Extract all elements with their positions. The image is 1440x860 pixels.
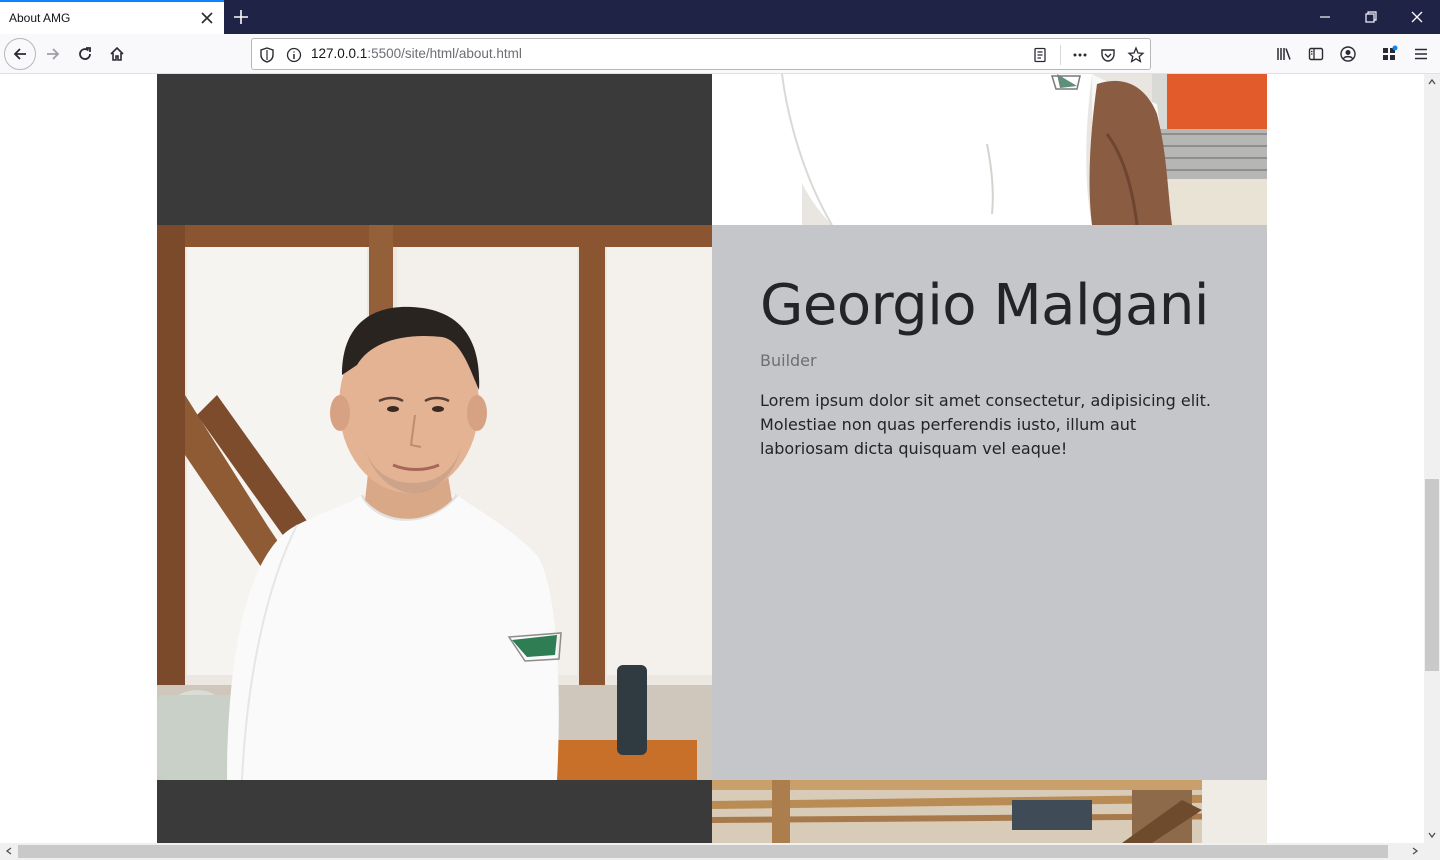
browser-tab[interactable]: About AMG — [0, 0, 224, 34]
scroll-up-arrow-icon[interactable] — [1424, 74, 1440, 90]
member-name: Georgio Malgani — [760, 273, 1209, 338]
app-menu-button[interactable] — [1405, 38, 1437, 70]
url-path: :5500/site/html/about.html — [367, 46, 522, 61]
close-tab-icon[interactable] — [198, 9, 216, 27]
member-bio: Lorem ipsum dolor sit amet consectetur, … — [760, 391, 1211, 458]
team-member-photo-top — [712, 74, 1267, 225]
extensions-button[interactable] — [1373, 38, 1405, 70]
team-member-photo — [157, 225, 712, 780]
sidebar-button[interactable] — [1300, 38, 1332, 70]
page-actions-icon[interactable] — [1071, 46, 1089, 64]
new-tab-icon[interactable] — [230, 6, 252, 28]
reload-icon — [79, 47, 91, 60]
forward-button[interactable] — [37, 38, 69, 70]
tab-title: About AMG — [9, 11, 71, 25]
member-role: Builder — [760, 351, 817, 370]
site-info-icon[interactable] — [285, 46, 303, 64]
pocket-icon[interactable] — [1099, 46, 1117, 64]
vertical-scroll-thumb[interactable] — [1425, 479, 1439, 671]
address-bar[interactable]: 127.0.0.1:5500/site/html/about.html — [251, 38, 1151, 70]
horizontal-scrollbar[interactable] — [0, 843, 1440, 860]
extensions-icon — [1383, 45, 1398, 60]
reload-button[interactable] — [69, 38, 101, 70]
team-member-photo-bottom — [712, 780, 1267, 843]
horizontal-scroll-thumb[interactable] — [18, 845, 1388, 858]
home-icon — [110, 46, 124, 61]
dark-panel-top — [157, 74, 712, 225]
account-button[interactable] — [1332, 38, 1364, 70]
page-viewport: Georgio Malgani Builder Lorem ipsum dolo… — [0, 74, 1424, 843]
scroll-down-arrow-icon[interactable] — [1424, 827, 1440, 843]
hamburger-menu-icon — [1415, 48, 1427, 60]
back-button[interactable] — [4, 38, 36, 70]
workshop-photo — [712, 780, 1267, 843]
scroll-left-arrow-icon[interactable] — [1, 843, 17, 859]
account-icon — [1340, 46, 1356, 62]
dark-panel-bottom — [157, 780, 712, 843]
tracking-shield-icon[interactable] — [258, 46, 276, 64]
url-text: 127.0.0.1:5500/site/html/about.html — [311, 46, 522, 61]
url-host: 127.0.0.1 — [311, 46, 368, 61]
georgio-portrait — [157, 225, 712, 780]
reader-view-icon[interactable] — [1031, 46, 1049, 64]
tab-strip: About AMG — [0, 0, 1440, 34]
minimize-icon[interactable] — [1314, 6, 1336, 28]
library-button[interactable] — [1268, 38, 1300, 70]
scroll-right-arrow-icon[interactable] — [1407, 843, 1423, 859]
worker-shirt-photo — [712, 74, 1267, 225]
forward-arrow-icon — [47, 48, 60, 60]
home-button[interactable] — [101, 38, 133, 70]
bookmark-star-icon[interactable] — [1127, 46, 1145, 64]
close-window-icon[interactable] — [1406, 6, 1428, 28]
restore-icon[interactable] — [1360, 6, 1382, 28]
navigation-toolbar: 127.0.0.1:5500/site/html/about.html — [0, 34, 1440, 74]
back-arrow-icon — [13, 48, 26, 60]
urlbar-separator — [1060, 45, 1061, 65]
sidebar-icon — [1308, 47, 1324, 61]
library-icon — [1277, 48, 1291, 60]
vertical-scrollbar[interactable] — [1424, 74, 1440, 843]
team-member-card: Georgio Malgani Builder Lorem ipsum dolo… — [712, 225, 1267, 780]
